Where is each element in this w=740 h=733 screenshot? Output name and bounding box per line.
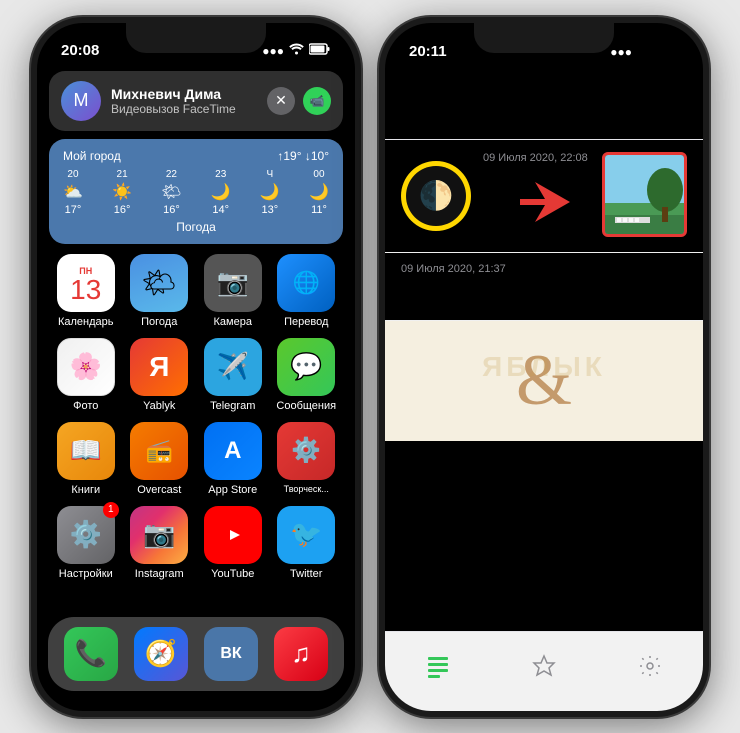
app-label-youtube: YouTube (211, 568, 254, 580)
weather-label: Погода (63, 220, 329, 234)
app-label-instagram: Instagram (135, 568, 184, 580)
wifi-icon (289, 43, 304, 58)
weather-temp-range: ↑19° ↓10° (277, 149, 329, 163)
app-label-settings: Настройки (59, 568, 113, 580)
weather-days: 20 ⛅ 17° 21 ☀️ 16° 22 🌤 16° (63, 169, 329, 216)
bottom-tab-bar (385, 631, 703, 711)
app-label-overcast: Overcast (137, 484, 181, 496)
status-icons-1: ●●● (262, 43, 331, 58)
weather-day-3: 23 🌙 14° (211, 169, 231, 216)
status-time-2: 20:11 (409, 43, 447, 60)
tab-bookmarks[interactable] (524, 646, 564, 686)
app-label-creativity: Творческ... (284, 484, 329, 494)
article-ampersand-image: & (385, 321, 703, 441)
status-icons-2: ●●● (610, 44, 679, 59)
article-date-1: 09 Июля 2020, 22:08 (483, 152, 590, 164)
weather-location: Мой город (63, 149, 121, 163)
app-translate-icon[interactable]: 🌐 Перевод (276, 254, 338, 328)
phone2-screen: 20:11 ●●● (385, 23, 703, 441)
app-grid-row1: ПН 13 Календарь 🌤 Погода 📷 (37, 244, 355, 338)
contact-name: Михневич Дима (111, 86, 257, 102)
dock-vk[interactable]: ВК (204, 627, 258, 681)
app-label-telegram: Telegram (210, 400, 255, 412)
app-title: Главн... (401, 111, 687, 131)
article-illustration-1: 🌓 (401, 152, 471, 241)
dock-phone[interactable]: 📞 (64, 627, 118, 681)
app-twitter-icon[interactable]: 🐦 Twitter (276, 506, 338, 580)
app-label-books: Книги (71, 484, 100, 496)
weather-day-5: 00 🌙 11° (309, 169, 329, 216)
app-label-yablyk: Yablyk (143, 400, 175, 412)
notification-text: Михневич Дима Видеовызов FaceTime (111, 86, 257, 116)
app-label-appstore: App Store (208, 484, 257, 496)
tab-feed[interactable] (418, 646, 458, 686)
app-weather-icon[interactable]: 🌤 Погода (129, 254, 191, 328)
app-messages-icon[interactable]: 💬 Сообщения (276, 338, 338, 412)
decline-button[interactable]: ✕ (267, 87, 295, 115)
weather-widget[interactable]: Мой город ↑19° ↓10° 20 ⛅ 17° 21 ☀️ 16° (49, 139, 343, 244)
weather-day-1: 21 ☀️ 16° (112, 169, 132, 216)
battery-icon-2 (657, 44, 679, 59)
accept-video-button[interactable]: 📹 (303, 87, 331, 115)
app-appstore-icon[interactable]: A App Store (202, 422, 264, 496)
notification-actions: ✕ 📹 (267, 87, 331, 115)
app-creativity-icon[interactable]: ⚙️ Творческ... (276, 422, 338, 496)
status-time-1: 20:08 (61, 42, 99, 59)
phone-1: 20:08 ●●● (31, 17, 361, 717)
app-camera-icon[interactable]: 📷 Камера (202, 254, 264, 328)
signal-icon-2: ●●● (610, 45, 632, 59)
article-item-2-header: 09 Июля 2020, 21:37 7 известных... лов, … (385, 253, 703, 320)
app-label-messages: Сообщения (276, 400, 336, 412)
app-grid-row4: ⚙️ 1 Настройки 📷 Instagram (37, 506, 355, 590)
dock-music[interactable]: ♫ (274, 627, 328, 681)
contact-avatar: М (61, 81, 101, 121)
app-grid-row2: 🌸 Фото Я Yablyk ✈️ Telegram (37, 338, 355, 422)
article-date-2: 09 Июля 2020, 21:37 (401, 263, 687, 275)
tab-settings[interactable] (630, 646, 670, 686)
app-label-camera: Камера (214, 316, 252, 328)
app-books-icon[interactable]: 📖 Книги (55, 422, 117, 496)
notch-2 (474, 23, 614, 53)
article-item-1[interactable]: 🌓 09 Июля 2020, 22:08 Как включить режим… (385, 140, 703, 254)
battery-icon (309, 43, 331, 58)
wifi-icon-2 (637, 44, 652, 59)
weather-day-0: 20 ⛅ 17° (63, 169, 83, 216)
app-label-calendar: Календарь (58, 316, 114, 328)
ampersand-symbol: & (516, 339, 572, 422)
article-thumb-1 (602, 152, 687, 237)
app-telegram-icon[interactable]: ✈️ Telegram (202, 338, 264, 412)
notch-1 (126, 23, 266, 53)
app-label-twitter: Twitter (290, 568, 322, 580)
dock: 📞 🧭 ВК ♫ (48, 617, 344, 691)
app-label-translate: Перевод (284, 316, 328, 328)
article-title-2: 7 известных... лов, о происхождении кото… (401, 279, 687, 315)
app-overcast-icon[interactable]: 📻 Overcast (129, 422, 191, 496)
app-settings-icon[interactable]: ⚙️ 1 Настройки (55, 506, 117, 580)
facetime-notification[interactable]: М Михневич Дима Видеовызов FaceTime ✕ 📹 (49, 71, 343, 131)
dock-safari[interactable]: 🧭 (134, 627, 188, 681)
phone-2: 20:11 ●●● (379, 17, 709, 717)
weather-header: Мой город ↑19° ↓10° (63, 149, 329, 163)
app-label-weather: Погода (141, 316, 177, 328)
app-navigation-header: Главн... (385, 67, 703, 140)
app-grid-row3: 📖 Книги 📻 Overcast A App Store (37, 422, 355, 506)
settings-badge: 1 (103, 502, 119, 518)
notification-subtitle: Видеовызов FaceTime (111, 102, 257, 116)
signal-icon: ●●● (262, 44, 284, 58)
red-arrow-indicator (515, 177, 575, 232)
app-youtube-icon[interactable]: YouTube (202, 506, 264, 580)
app-label-photos: Фото (73, 400, 98, 412)
app-calendar[interactable]: ПН 13 Календарь (55, 254, 117, 328)
app-instagram-icon[interactable]: 📷 Instagram (129, 506, 191, 580)
weather-day-2: 22 🌤 16° (161, 169, 181, 216)
weather-day-4: Ч 🌙 13° (260, 169, 280, 216)
phone1-screen: 20:08 ●●● (37, 23, 355, 590)
app-photos-icon[interactable]: 🌸 Фото (55, 338, 117, 412)
app-yablyk-icon[interactable]: Я Yablyk (129, 338, 191, 412)
